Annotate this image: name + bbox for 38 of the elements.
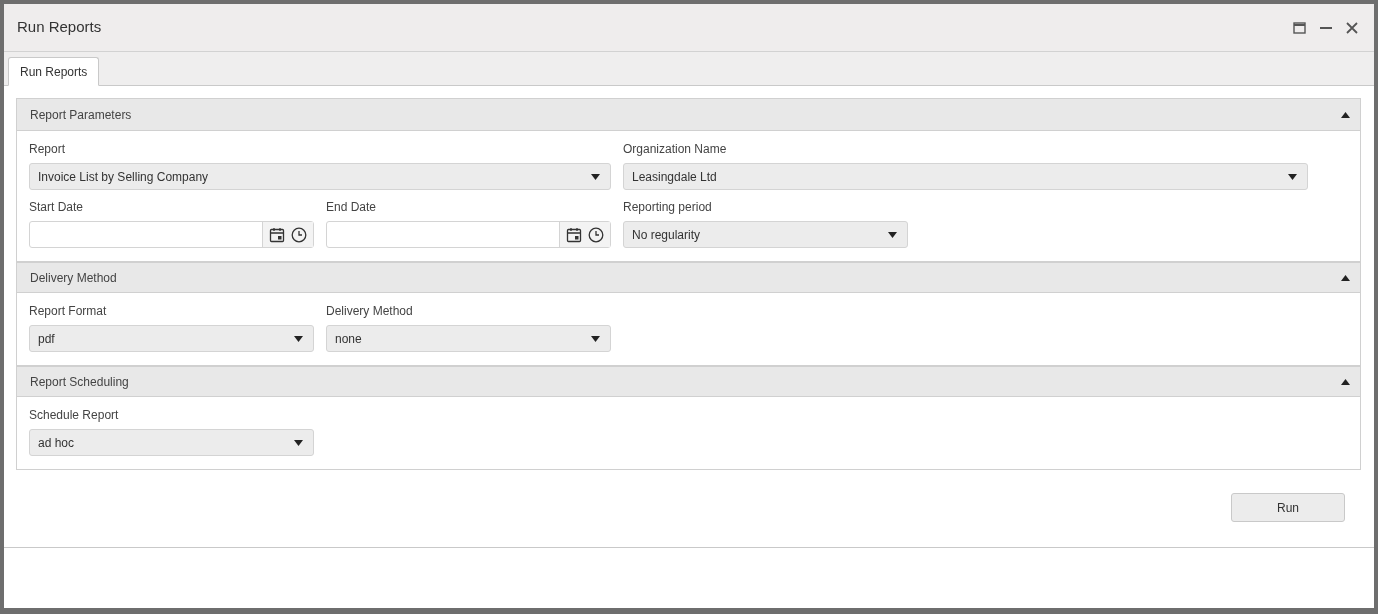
caret-icon (591, 173, 600, 180)
section-header[interactable]: Report Scheduling (17, 365, 1360, 397)
dropdown[interactable]: No regularity (623, 221, 908, 248)
date-input[interactable] (326, 221, 611, 248)
section-header[interactable]: Report Parameters (17, 99, 1360, 131)
field-label: Start Date (29, 199, 85, 215)
maximize-icon[interactable] (1293, 21, 1306, 34)
dropdown[interactable]: pdf (29, 325, 314, 352)
field-label: Organization Name (623, 141, 728, 157)
caret-icon (888, 231, 897, 238)
dropdown[interactable]: Invoice List by Selling Company (29, 163, 611, 190)
caret-icon (1341, 111, 1350, 118)
caret-icon (294, 335, 303, 342)
run-button[interactable]: Run (1231, 493, 1345, 522)
dropdown[interactable]: ad hoc (29, 429, 314, 456)
tab[interactable]: Run Reports (8, 57, 100, 86)
field-label: Reporting period (623, 199, 713, 215)
field-label: Report (29, 141, 67, 157)
clock-icon[interactable] (588, 226, 604, 243)
section-header[interactable]: Delivery Method (17, 261, 1360, 293)
calendar-icon[interactable] (566, 226, 582, 243)
minimize-icon[interactable] (1320, 25, 1332, 30)
window-title: Run Reports (17, 17, 102, 38)
field-label: End Date (326, 199, 378, 215)
caret-icon (591, 335, 600, 342)
field-label: Schedule Report (29, 407, 120, 423)
field-label: Delivery Method (326, 303, 414, 319)
caret-icon (1341, 274, 1350, 281)
caret-icon (294, 439, 303, 446)
clock-icon[interactable] (291, 226, 307, 243)
calendar-icon[interactable] (269, 226, 285, 243)
close-icon[interactable] (1346, 21, 1358, 34)
caret-icon (1288, 173, 1297, 180)
dropdown[interactable]: Leasingdale Ltd (623, 163, 1308, 190)
date-input[interactable] (29, 221, 314, 248)
field-label: Report Format (29, 303, 108, 319)
caret-icon (1341, 378, 1350, 385)
dropdown[interactable]: none (326, 325, 611, 352)
